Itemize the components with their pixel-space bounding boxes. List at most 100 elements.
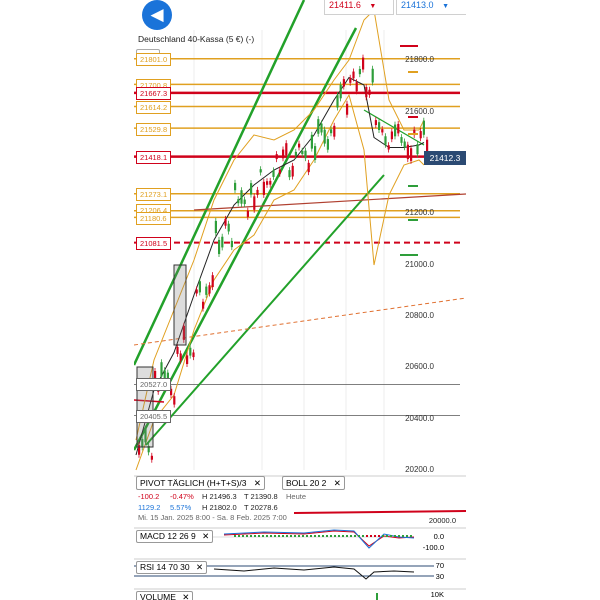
candle-body bbox=[400, 137, 403, 143]
price-axis-label: 20200.0 bbox=[405, 465, 434, 474]
candle-body bbox=[314, 146, 317, 160]
macd-histogram-bar bbox=[238, 535, 240, 537]
candle-body bbox=[333, 125, 336, 137]
macd-histogram-bar bbox=[286, 535, 288, 537]
candle-body bbox=[237, 199, 240, 204]
macd-histogram-bar bbox=[386, 535, 388, 537]
pivot-marker bbox=[400, 45, 418, 47]
macd-histogram-bar bbox=[394, 535, 396, 537]
candle-body bbox=[211, 275, 214, 288]
candle-body bbox=[221, 236, 224, 248]
close-icon[interactable]: ✕ bbox=[202, 531, 209, 541]
macd-histogram-bar bbox=[306, 535, 308, 537]
sell-quote-box[interactable]: 21411.6 ▼ bbox=[324, 0, 394, 15]
macd-histogram-bar bbox=[366, 535, 368, 537]
candle-body bbox=[150, 455, 153, 460]
macd-label: MACD 12 26 9 bbox=[140, 531, 196, 541]
arrow-left-icon: ◀ bbox=[150, 5, 164, 24]
buy-quote: 21413.0 bbox=[401, 0, 434, 10]
candle-body bbox=[240, 190, 243, 204]
pivot-indicator-label: PIVOT TÄGLICH (H+T+S)/3 bbox=[140, 478, 247, 488]
volume-indicator-chip[interactable]: VOLUME ✕ bbox=[136, 591, 194, 600]
macd-histogram-bar bbox=[266, 535, 268, 537]
candle-body bbox=[346, 103, 349, 115]
level-marker bbox=[408, 71, 418, 73]
range-box bbox=[173, 264, 187, 346]
candle-body bbox=[227, 223, 230, 232]
candle-body bbox=[416, 144, 419, 155]
macd-histogram-bar bbox=[406, 535, 408, 537]
candle-body bbox=[198, 281, 201, 293]
candle-body bbox=[378, 122, 381, 131]
level-label: 21614.2 bbox=[136, 101, 172, 114]
candle-body bbox=[259, 169, 262, 173]
candle-body bbox=[374, 120, 377, 126]
macd-histogram-bar bbox=[254, 535, 256, 537]
candle-body bbox=[291, 165, 294, 177]
macd-histogram-bar bbox=[298, 535, 300, 537]
back-button[interactable]: ◀ bbox=[142, 0, 172, 30]
candle-body bbox=[422, 120, 425, 135]
candle-body bbox=[365, 87, 368, 98]
price-axis-label: 21200.0 bbox=[405, 208, 434, 217]
boll-indicator-chip[interactable]: BOLL 20 2 ✕ bbox=[282, 476, 345, 490]
candle-body bbox=[339, 84, 342, 99]
sell-quote: 21411.6 bbox=[329, 0, 361, 10]
buy-quote-box[interactable]: 21413.0 ▼ bbox=[396, 0, 466, 15]
volume-bar bbox=[376, 593, 378, 600]
candle-body bbox=[218, 239, 221, 255]
candle-body bbox=[336, 95, 339, 108]
level-label: 21273.1 bbox=[136, 188, 172, 201]
candle-body bbox=[282, 149, 285, 159]
candle-body bbox=[256, 189, 259, 195]
candle-body bbox=[234, 182, 237, 191]
candle-body bbox=[294, 151, 297, 156]
candle-body bbox=[189, 347, 192, 356]
candle-body bbox=[205, 286, 208, 295]
boll-indicator-label: BOLL 20 2 bbox=[286, 478, 327, 488]
macd-histogram-bar bbox=[378, 535, 380, 537]
price-axis-label: 20800.0 bbox=[405, 311, 434, 320]
rsi-line bbox=[213, 566, 415, 580]
candle-body bbox=[310, 134, 313, 149]
candle-body bbox=[304, 150, 307, 159]
level-marker bbox=[400, 254, 418, 256]
macd-histogram-bar bbox=[322, 535, 324, 537]
candle-body bbox=[253, 196, 256, 210]
macd-histogram-bar bbox=[342, 535, 344, 537]
close-icon[interactable]: ✕ bbox=[182, 592, 189, 600]
price-axis-label: 21800.0 bbox=[405, 55, 434, 64]
macd-histogram-bar bbox=[302, 535, 304, 537]
candle-body bbox=[298, 143, 301, 148]
macd-histogram-bar bbox=[278, 535, 280, 537]
rsi-indicator-chip[interactable]: RSI 14 70 30 ✕ bbox=[136, 561, 208, 574]
candle-body bbox=[326, 139, 329, 150]
level-label: 21667.3 bbox=[136, 87, 172, 100]
candle-body bbox=[362, 57, 365, 70]
close-icon[interactable]: ✕ bbox=[254, 478, 261, 488]
close-icon[interactable]: ✕ bbox=[334, 478, 341, 488]
candle-body bbox=[410, 148, 413, 161]
macd-indicator-chip[interactable]: MACD 12 26 9 ✕ bbox=[136, 530, 214, 543]
macd-histogram-bar bbox=[318, 535, 320, 537]
macd-histogram-bar bbox=[258, 535, 260, 537]
candle-body bbox=[202, 301, 205, 309]
candle-body bbox=[403, 141, 406, 148]
candle-body bbox=[307, 162, 310, 173]
macd-histogram-bar bbox=[390, 535, 392, 537]
macd-histogram-bar bbox=[282, 535, 284, 537]
macd-histogram-bar bbox=[330, 535, 332, 537]
day-low: T 21390.8 bbox=[244, 492, 278, 501]
candle-body bbox=[195, 289, 198, 294]
caret-down-icon: ▼ bbox=[442, 3, 449, 10]
pivot-indicator-chip[interactable]: PIVOT TÄGLICH (H+T+S)/3 ✕ bbox=[136, 476, 265, 490]
screen: ◀ 21411.6 ▼ 21413.0 ▼ Deutschland 40-Kas… bbox=[0, 0, 600, 600]
candle-body bbox=[397, 123, 400, 134]
candle-body bbox=[406, 144, 409, 160]
macd-histogram-bar bbox=[234, 535, 236, 537]
candle-body bbox=[214, 220, 217, 234]
candle-body bbox=[272, 170, 275, 177]
macd-histogram-bar bbox=[270, 535, 272, 537]
close-icon[interactable]: ✕ bbox=[196, 562, 203, 572]
rsi-axis-top: 70 bbox=[435, 561, 444, 570]
